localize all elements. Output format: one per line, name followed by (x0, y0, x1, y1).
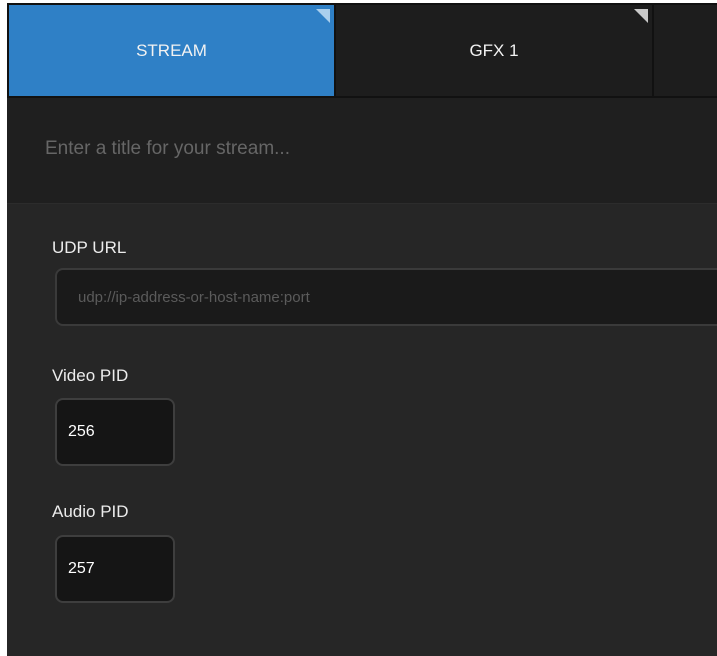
tab-menu-corner-icon[interactable] (634, 9, 648, 23)
tab-stream[interactable]: STREAM (9, 5, 334, 96)
video-pid-input[interactable] (55, 398, 175, 466)
video-pid-label: Video PID (52, 366, 129, 385)
tab-gfx-1-label: GFX 1 (469, 40, 519, 60)
stream-settings-panel: STREAM GFX 1 UDP URL Video PID Audio PID (7, 3, 717, 656)
udp-url-input[interactable] (55, 268, 717, 326)
udp-url-label: UDP URL (52, 238, 127, 257)
tab-gfx-1[interactable]: GFX 1 (336, 5, 652, 96)
audio-pid-input[interactable] (55, 535, 175, 603)
tab-bar: STREAM GFX 1 (7, 3, 717, 98)
tab-menu-corner-icon[interactable] (316, 9, 330, 23)
stream-title-bar (7, 98, 717, 204)
tab-stream-label: STREAM (136, 40, 207, 60)
audio-pid-label: Audio PID (52, 502, 129, 521)
tab-next-partial[interactable] (654, 5, 717, 96)
stream-title-input[interactable] (45, 134, 685, 164)
